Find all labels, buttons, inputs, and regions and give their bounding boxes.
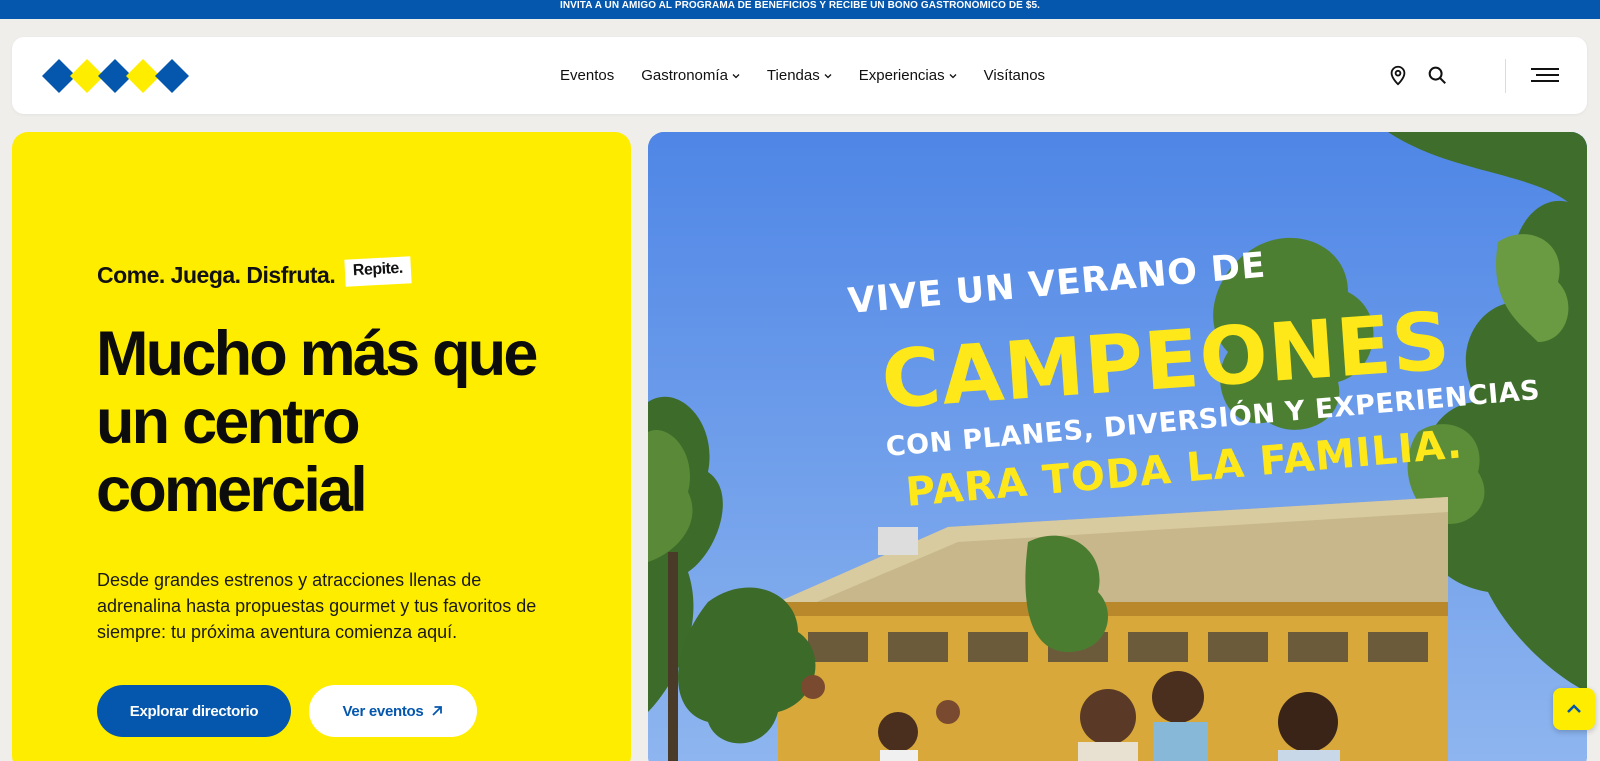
hero-banner-image[interactable]: VIVE UN VERANO DE CAMPEONES CON PLANES, … bbox=[648, 132, 1587, 761]
chevron-down-icon bbox=[824, 73, 832, 78]
search-icon[interactable] bbox=[1426, 64, 1448, 86]
nav-item-eventos[interactable]: Eventos bbox=[560, 67, 614, 84]
primary-nav: Eventos Gastronomía Tiendas Experiencias Vis… bbox=[560, 37, 1072, 114]
main-navbar: Eventos Gastronomía Tiendas Experiencias Vis… bbox=[12, 37, 1587, 114]
hero-headline: Mucho más que un centro comercial bbox=[96, 319, 538, 525]
view-events-button[interactable]: Ver eventos bbox=[309, 685, 477, 737]
tagline-badge: Repite. bbox=[344, 256, 412, 287]
chevron-down-icon bbox=[949, 73, 957, 78]
nav-item-tiendas[interactable]: Tiendas bbox=[767, 67, 832, 84]
hero-tagline: Come. Juega. Disfruta. Repite. bbox=[97, 256, 412, 289]
nav-item-label: Experiencias bbox=[858, 67, 945, 84]
nav-item-label: Tiendas bbox=[766, 67, 820, 84]
banner-illustration bbox=[648, 132, 1587, 761]
view-events-label: Ver eventos bbox=[342, 702, 424, 720]
hero-text-panel: Come. Juega. Disfruta. Repite. Mucho más… bbox=[12, 132, 631, 761]
nav-divider bbox=[1505, 59, 1506, 93]
nav-item-visitanos[interactable]: Visítanos bbox=[984, 67, 1045, 84]
explore-directory-button[interactable]: Explorar directorio bbox=[97, 685, 291, 737]
menu-icon[interactable] bbox=[1530, 64, 1560, 86]
brand-logo[interactable] bbox=[42, 57, 194, 97]
arrow-up-right-icon bbox=[432, 706, 443, 716]
nav-item-experiencias[interactable]: Experiencias bbox=[859, 67, 957, 84]
explore-directory-label: Explorar directorio bbox=[129, 702, 259, 720]
chevron-up-icon bbox=[1567, 704, 1581, 713]
promo-banner[interactable]: INVITA A UN AMIGO AL PROGRAMA DE BENEFIC… bbox=[0, 0, 1600, 19]
location-pin-icon[interactable] bbox=[1387, 64, 1409, 86]
nav-item-label: Gastronomía bbox=[641, 67, 728, 84]
scroll-to-top-button[interactable] bbox=[1553, 688, 1595, 730]
nav-item-label: Visítanos bbox=[983, 67, 1046, 84]
nav-item-gastronomia[interactable]: Gastronomía bbox=[641, 67, 740, 84]
chevron-down-icon bbox=[732, 73, 740, 78]
nav-item-label: Eventos bbox=[560, 67, 615, 84]
hero-description: Desde grandes estrenos y atracciones lle… bbox=[97, 570, 537, 642]
tagline-text: Come. Juega. Disfruta. bbox=[97, 262, 336, 288]
